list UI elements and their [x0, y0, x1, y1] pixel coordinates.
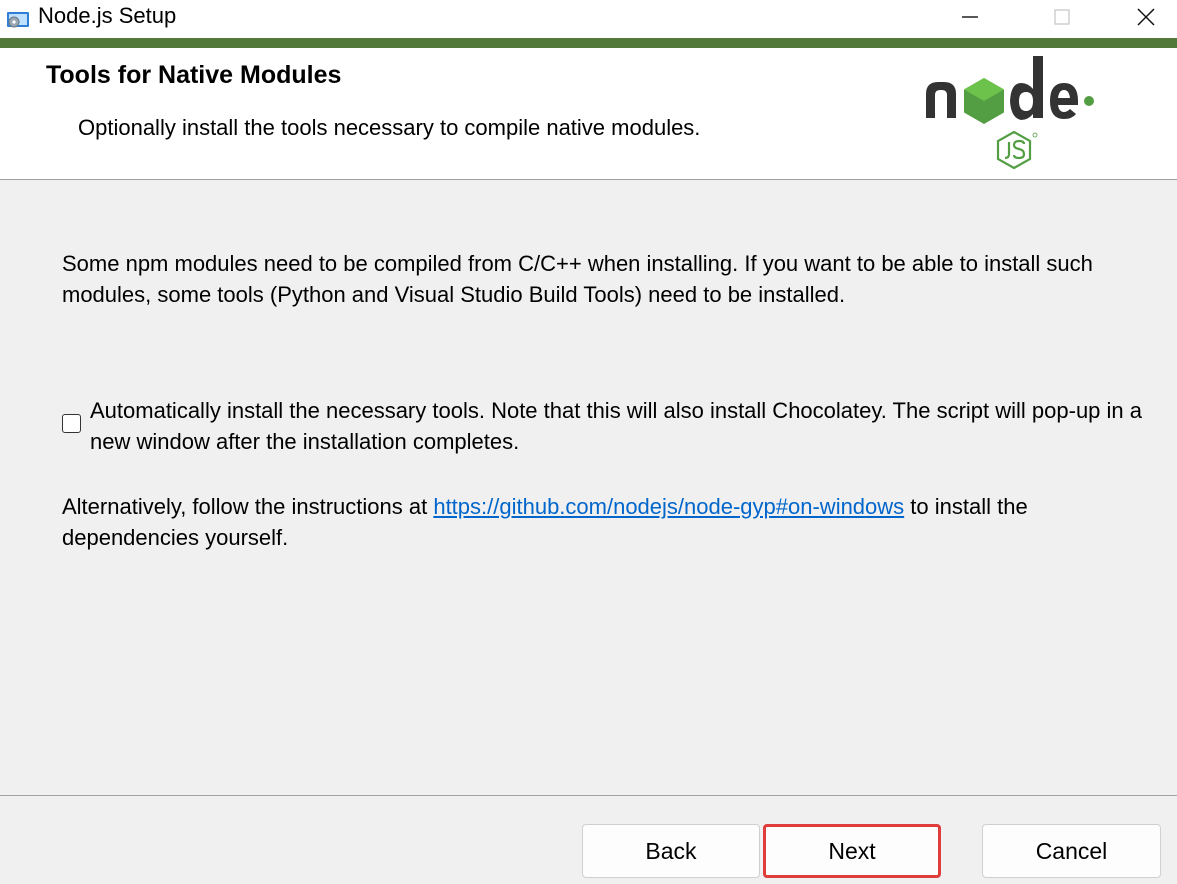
header-panel: Tools for Native Modules Optionally inst…: [0, 48, 1177, 180]
minimize-icon: [962, 16, 978, 18]
window-title: Node.js Setup: [38, 3, 177, 28]
accent-bar: [0, 38, 1177, 48]
intro-text: Some npm modules need to be compiled fro…: [62, 251, 1093, 307]
nodejs-logo: [914, 52, 1124, 174]
maximize-button[interactable]: [1031, 0, 1093, 34]
back-button[interactable]: Back: [582, 824, 760, 878]
maximize-icon: [1054, 9, 1070, 25]
page-title: Tools for Native Modules: [46, 61, 342, 89]
cancel-button[interactable]: Cancel: [982, 824, 1161, 878]
page-subtitle: Optionally install the tools necessary t…: [78, 115, 701, 140]
close-icon: [1137, 8, 1155, 26]
install-tools-checkbox[interactable]: [62, 414, 81, 433]
minimize-button[interactable]: [939, 0, 1001, 34]
installer-icon: [6, 8, 32, 32]
install-tools-checkbox-label[interactable]: Automatically install the necessary tool…: [90, 395, 1160, 457]
alternative-text-prefix: Alternatively, follow the instructions a…: [62, 494, 434, 519]
title-bar: Node.js Setup: [0, 0, 1177, 38]
install-tools-option[interactable]: Automatically install the necessary tool…: [62, 395, 1162, 461]
node-gyp-link[interactable]: https://github.com/nodejs/node-gyp#on-wi…: [433, 494, 904, 519]
next-button[interactable]: Next: [763, 824, 941, 878]
footer-divider: [0, 795, 1177, 796]
alternative-instructions: Alternatively, follow the instructions a…: [62, 491, 1152, 553]
close-button[interactable]: [1115, 0, 1177, 34]
